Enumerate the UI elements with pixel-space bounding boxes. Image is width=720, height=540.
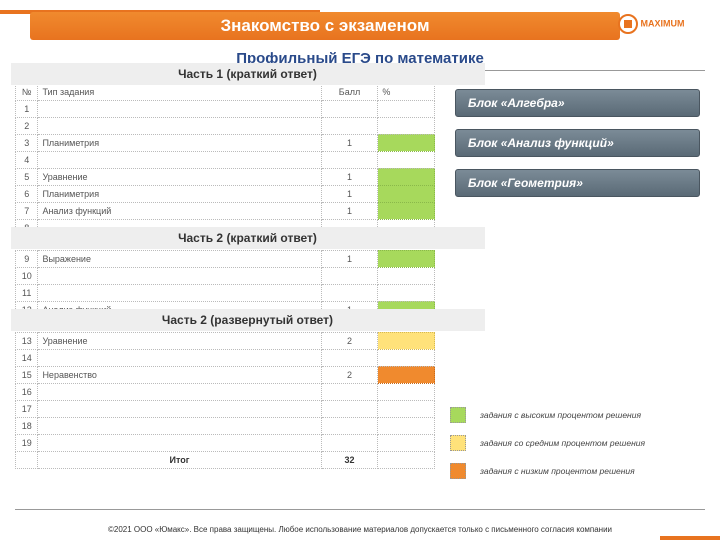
- legend-swatch: [450, 407, 466, 423]
- slide: Знакомство с экзаменом MAXIMUM Профильны…: [0, 0, 720, 540]
- table-row: 9Выражение1: [16, 250, 435, 267]
- table-row: 7Анализ функций1: [16, 202, 435, 219]
- table-row: 15Неравенство2: [16, 366, 435, 383]
- block-button[interactable]: Блок «Анализ функций»: [455, 129, 700, 157]
- legend-swatch: [450, 463, 466, 479]
- legend-row: задания с высоким процентом решения: [450, 407, 700, 423]
- block-button[interactable]: Блок «Алгебра»: [455, 89, 700, 117]
- table-row: 10: [16, 267, 435, 284]
- section-header: Часть 2 (краткий ответ): [11, 227, 485, 249]
- legend-label: задания с низким процентом решения: [480, 466, 635, 476]
- col-pct: %: [378, 83, 435, 100]
- table-row: 6Планиметрия1: [16, 185, 435, 202]
- page-title: Знакомство с экзаменом: [30, 12, 620, 40]
- accent-corner: [660, 536, 720, 540]
- legend-swatch: [450, 435, 466, 451]
- table-row: 19: [16, 434, 435, 451]
- table-row: 17: [16, 400, 435, 417]
- table-row: 11: [16, 284, 435, 301]
- logo: MAXIMUM: [618, 14, 698, 38]
- table-row: 5Уравнение1: [16, 168, 435, 185]
- legend-label: задания с высоким процентом решения: [480, 410, 641, 420]
- table-row: 18: [16, 417, 435, 434]
- task-table: Часть 1 (краткий ответ)№Тип заданияБалл%…: [15, 73, 435, 469]
- table-row: 14: [16, 349, 435, 366]
- table-row: 16: [16, 383, 435, 400]
- block-button[interactable]: Блок «Геометрия»: [455, 169, 700, 197]
- section-header: Часть 2 (развернутый ответ): [11, 309, 485, 331]
- logo-icon: [618, 14, 638, 34]
- legend: задания с высоким процентом решения задан…: [450, 407, 700, 491]
- content-area: Часть 1 (краткий ответ)№Тип заданияБалл%…: [15, 70, 705, 510]
- blocks-panel: Блок «Алгебра» Блок «Анализ функций» Блок …: [455, 89, 700, 209]
- table-row: 4: [16, 151, 435, 168]
- col-num: №: [16, 83, 38, 100]
- table-row: 2: [16, 117, 435, 134]
- legend-label: задания со средним процентом решения: [480, 438, 645, 448]
- logo-text: MAXIMUM: [641, 18, 685, 28]
- total-row: Итог32: [16, 451, 435, 468]
- footer-copyright: ©2021 ООО «Юмакс». Все права защищены. Л…: [0, 525, 720, 534]
- table-row: 13Уравнение2: [16, 332, 435, 349]
- col-type: Тип задания: [38, 83, 321, 100]
- legend-row: задания со средним процентом решения: [450, 435, 700, 451]
- section-header: Часть 1 (краткий ответ): [11, 63, 485, 85]
- legend-row: задания с низким процентом решения: [450, 463, 700, 479]
- table-row: 3Планиметрия1: [16, 134, 435, 151]
- table-row: 1: [16, 100, 435, 117]
- col-score: Балл: [321, 83, 378, 100]
